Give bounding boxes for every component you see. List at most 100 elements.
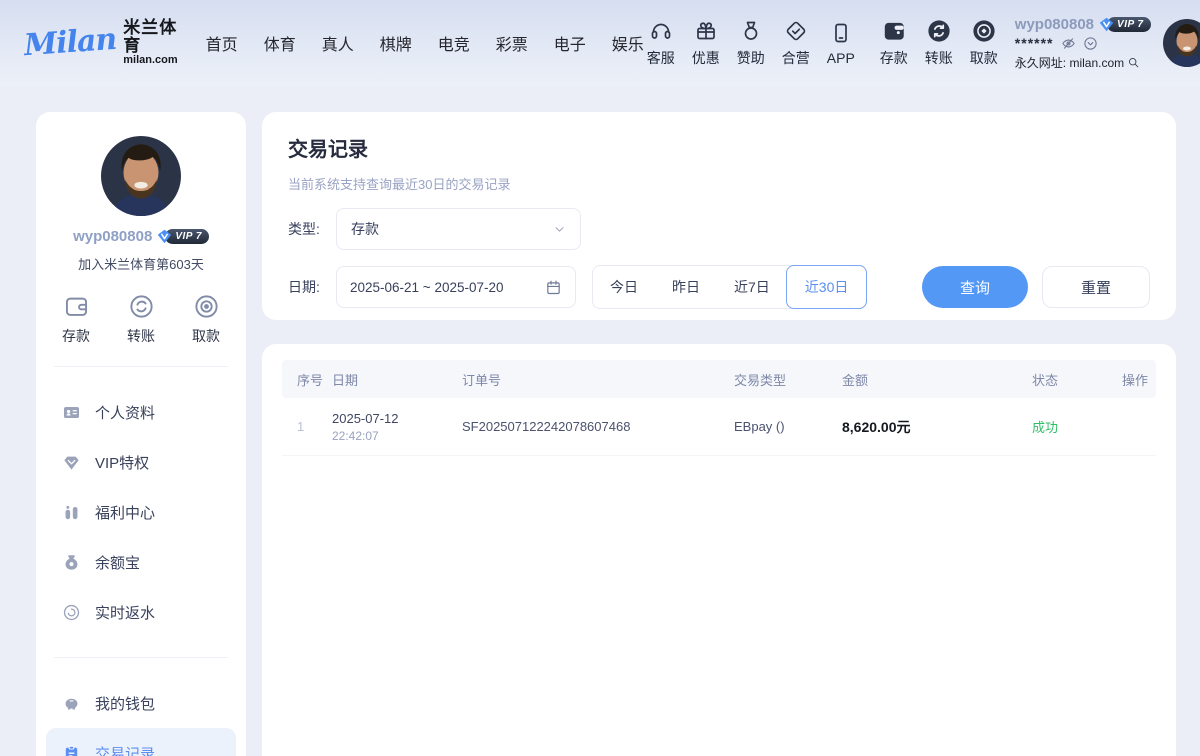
sidebar-item-profile[interactable]: 个人资料 xyxy=(46,387,236,437)
sidebar-transfer-button[interactable]: 转账 xyxy=(127,293,155,346)
brand-name-cn: 米兰体育 xyxy=(123,19,177,55)
join-days-text: 加入米兰体育第603天 xyxy=(36,254,246,273)
col-action: 操作 xyxy=(1114,370,1156,389)
rebate-icon xyxy=(62,603,81,622)
brand-logo[interactable]: Milan 米兰体育 milan.com xyxy=(24,19,178,66)
brand-script-logo: Milan xyxy=(23,22,117,63)
preset-30days[interactable]: 近30日 xyxy=(786,265,868,309)
coin-circle-icon xyxy=(971,18,997,44)
date-range-value: 2025-06-21 ~ 2025-07-20 xyxy=(350,280,504,295)
nav-item-entertainment[interactable]: 娱乐 xyxy=(612,31,644,55)
account-summary: wyp080808 VIP 7 ****** 永久网址: milan.com xyxy=(1015,16,1151,71)
calendar-icon xyxy=(545,279,562,296)
wallet-outline-icon xyxy=(63,293,90,320)
coin-outline-icon xyxy=(193,293,220,320)
cell-time-value: 22:42:07 xyxy=(332,429,462,443)
filter-panel: 交易记录 当前系统支持查询最近30日的交易记录 类型: 存款 日期: 2025-… xyxy=(262,112,1176,320)
gem-icon xyxy=(62,453,81,472)
top-navbar: Milan 米兰体育 milan.com 首页 体育 真人 棋牌 电竞 彩票 电… xyxy=(0,0,1200,86)
sponsor-button[interactable]: 赞助 xyxy=(734,18,768,68)
app-download-button[interactable]: APP xyxy=(824,20,858,66)
col-index: 序号 xyxy=(282,370,332,389)
nav-item-esports[interactable]: 电竞 xyxy=(438,31,470,55)
username[interactable]: wyp080808 xyxy=(1015,16,1094,33)
sidebar-menu: 个人资料 VIP特权 福利中心 余额宝 实时返水 xyxy=(36,387,246,637)
sidebar-item-benefits[interactable]: 福利中心 xyxy=(46,487,236,537)
quick-toolbar: 客服 优惠 赞助 合营 APP xyxy=(644,18,1001,68)
id-card-icon xyxy=(62,403,81,422)
chevron-down-icon xyxy=(553,223,566,236)
sidebar-divider xyxy=(54,657,228,658)
cell-date-value: 2025-07-12 xyxy=(332,411,462,426)
type-label: 类型: xyxy=(288,219,336,239)
transfer-circle-icon xyxy=(926,18,952,44)
page-subtitle: 当前系统支持查询最近30日的交易记录 xyxy=(288,174,1150,193)
promotions-button[interactable]: 优惠 xyxy=(689,18,723,68)
vip-badge[interactable]: VIP 7 xyxy=(1098,16,1151,33)
smartphone-icon xyxy=(829,20,853,46)
headset-icon xyxy=(649,18,673,44)
user-avatar[interactable] xyxy=(1163,19,1200,67)
query-button[interactable]: 查询 xyxy=(922,266,1028,308)
permanent-url-label: 永久网址: milan.com xyxy=(1015,54,1124,71)
eye-off-icon[interactable] xyxy=(1061,36,1076,51)
sidebar-deposit-button[interactable]: 存款 xyxy=(62,293,90,346)
benefits-icon xyxy=(62,503,81,522)
vip-diamond-icon xyxy=(156,228,173,245)
brand-domain: milan.com xyxy=(123,55,177,67)
transfer-button[interactable]: 转账 xyxy=(922,18,956,68)
nav-item-sports[interactable]: 体育 xyxy=(264,31,296,55)
sidebar-quick-actions: 存款 转账 取款 xyxy=(36,293,246,346)
customer-service-button[interactable]: 客服 xyxy=(644,18,678,68)
date-range-input[interactable]: 2025-06-21 ~ 2025-07-20 xyxy=(336,266,576,308)
affiliate-button[interactable]: 合营 xyxy=(779,18,813,68)
type-select-value: 存款 xyxy=(351,219,379,239)
preset-yesterday[interactable]: 昨日 xyxy=(655,266,717,308)
sidebar-vip-badge[interactable]: VIP 7 xyxy=(156,228,209,245)
main-nav: 首页 体育 真人 棋牌 电竞 彩票 电子 娱乐 xyxy=(206,31,644,55)
cell-order-no: SF202507122242078607468 xyxy=(462,419,734,434)
money-bag-icon xyxy=(62,553,81,572)
transactions-table-panel: 序号 日期 订单号 交易类型 金额 状态 操作 1 2025-07-12 22:… xyxy=(262,344,1176,756)
sidebar-username: wyp080808 xyxy=(73,228,152,245)
nav-item-lottery[interactable]: 彩票 xyxy=(496,31,528,55)
wallet-filled-icon xyxy=(881,18,907,44)
masked-balance: ****** xyxy=(1015,38,1054,48)
sidebar-item-yuebao[interactable]: 余额宝 xyxy=(46,537,236,587)
magnifier-icon[interactable] xyxy=(1127,56,1140,69)
preset-today[interactable]: 今日 xyxy=(593,266,655,308)
col-status: 状态 xyxy=(1032,370,1114,389)
medal-icon xyxy=(739,18,763,44)
profile-sidebar: wyp080808 VIP 7 加入米兰体育第603天 存款 转账 取款 个人资… xyxy=(36,112,246,756)
reset-button[interactable]: 重置 xyxy=(1042,266,1150,308)
nav-item-slots[interactable]: 电子 xyxy=(554,31,586,55)
sidebar-item-transactions[interactable]: 交易记录 xyxy=(46,728,236,756)
transfer-outline-icon xyxy=(128,293,155,320)
cell-status: 成功 xyxy=(1032,417,1114,436)
sidebar-item-wallet[interactable]: 我的钱包 xyxy=(46,678,236,728)
refresh-circle-icon[interactable] xyxy=(1083,36,1098,51)
deposit-button[interactable]: 存款 xyxy=(877,18,911,68)
withdraw-button[interactable]: 取款 xyxy=(967,18,1001,68)
col-amount: 金额 xyxy=(842,370,1032,389)
nav-item-cards[interactable]: 棋牌 xyxy=(380,31,412,55)
preset-7days[interactable]: 近7日 xyxy=(717,266,787,308)
cell-amount: 8,620.00元 xyxy=(842,417,1032,437)
sidebar-item-rebate[interactable]: 实时返水 xyxy=(46,587,236,637)
cell-type: EBpay () xyxy=(734,419,842,434)
vip-diamond-icon xyxy=(1098,16,1115,33)
page-title: 交易记录 xyxy=(288,133,1150,162)
gift-icon xyxy=(694,18,718,44)
cell-index: 1 xyxy=(282,419,332,434)
type-select[interactable]: 存款 xyxy=(336,208,581,250)
sidebar-divider xyxy=(54,366,228,367)
nav-item-live[interactable]: 真人 xyxy=(322,31,354,55)
table-row: 1 2025-07-12 22:42:07 SF2025071222420786… xyxy=(282,398,1156,456)
sidebar-withdraw-button[interactable]: 取款 xyxy=(192,293,220,346)
date-label: 日期: xyxy=(288,277,336,297)
sidebar-item-vip[interactable]: VIP特权 xyxy=(46,437,236,487)
date-range-presets: 今日 昨日 近7日 近30日 xyxy=(592,265,867,309)
handshake-icon xyxy=(784,18,808,44)
sidebar-avatar[interactable] xyxy=(101,136,181,216)
nav-item-home[interactable]: 首页 xyxy=(206,31,238,55)
